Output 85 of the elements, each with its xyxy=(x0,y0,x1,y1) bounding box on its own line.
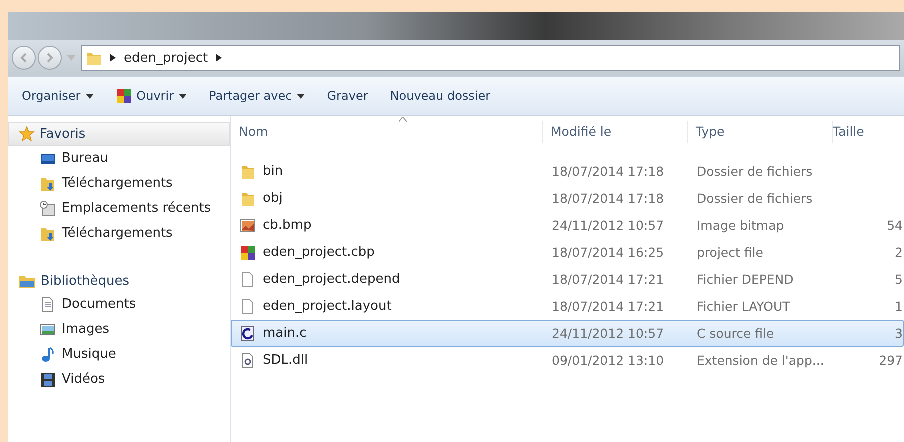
table-cell-text: project file xyxy=(696,245,764,260)
table-cell-text: 18/07/2014 17:18 xyxy=(551,191,666,206)
table-cell-text: 18/07/2014 16:25 xyxy=(551,245,666,260)
table-cell-text: Image bitmap xyxy=(696,218,786,233)
chevron-icon[interactable] xyxy=(110,54,116,62)
recent-places-icon xyxy=(40,200,56,216)
blank-file-icon xyxy=(240,272,256,288)
caret-icon xyxy=(86,94,94,98)
sidebar-item[interactable]: Emplacements récents xyxy=(8,196,230,221)
toolbar-button[interactable]: Ouvrir xyxy=(108,84,196,108)
back-button[interactable] xyxy=(12,46,36,70)
image-file-icon xyxy=(240,218,256,234)
sidebar-item[interactable]: Bureau xyxy=(8,146,230,171)
caret-icon xyxy=(179,94,188,98)
sidebar-group[interactable]: Bibliothèques xyxy=(8,270,230,292)
sidebar-item[interactable]: Images xyxy=(8,317,230,342)
table-cell-text: 18/07/2014 17:21 xyxy=(551,272,666,287)
table-cell-text: 54 xyxy=(886,218,903,233)
table-cell-text: Dossier de fichiers xyxy=(696,164,814,179)
blank-file-icon xyxy=(240,298,256,314)
file-name: cb.bmp xyxy=(263,218,312,233)
file-row[interactable]: eden_project.depend 18/07/2014 17:21 Fichier DEPEND 5 xyxy=(231,266,904,293)
table-cell-text: 1 xyxy=(894,299,903,314)
film-icon xyxy=(40,372,56,388)
library-folder-icon xyxy=(18,273,36,289)
table-cell-text: Fichier DEPEND xyxy=(696,272,795,287)
file-row[interactable]: SDL.dll 09/01/2012 13:10 Extension de l'app... 297 xyxy=(231,347,904,374)
toolbar-button[interactable]: Organiser xyxy=(14,85,102,107)
table-cell-text: 18/07/2014 17:21 xyxy=(551,299,666,314)
table-cell-text: 24/11/2012 10:57 xyxy=(551,218,666,233)
column-header[interactable]: Taille xyxy=(833,121,904,143)
table-cell-text: Dossier de fichiers xyxy=(696,191,814,206)
table-cell-text: 24/11/2012 10:57 xyxy=(551,326,666,341)
sidebar-item[interactable]: Documents xyxy=(8,292,230,317)
toolbar-button[interactable]: Nouveau dossier xyxy=(382,85,499,107)
column-header[interactable]: Type xyxy=(688,121,833,143)
table-cell-text: 5 xyxy=(894,272,903,287)
file-row[interactable]: bin 18/07/2014 17:18 Dossier de fichiers xyxy=(231,158,904,185)
forward-button[interactable] xyxy=(38,46,62,70)
table-cell-text: Fichier LAYOUT xyxy=(696,299,792,314)
sidebar-item[interactable]: Musique xyxy=(8,342,230,367)
caret-icon xyxy=(297,94,306,98)
column-header[interactable]: Modifié le xyxy=(543,121,688,143)
colored-squares-icon xyxy=(116,88,132,104)
table-cell-text: Extension de l'app... xyxy=(696,353,826,368)
file-name: main.c xyxy=(263,326,307,341)
c-file-icon xyxy=(240,326,256,342)
star-icon xyxy=(19,126,35,142)
folder-download-icon xyxy=(40,176,56,192)
table-cell-text: 297 xyxy=(878,353,903,368)
sidebar-item[interactable]: Téléchargements xyxy=(8,171,230,196)
table-cell-text: C source file xyxy=(696,326,776,341)
table-cell-text: 3 xyxy=(894,326,903,341)
file-name: bin xyxy=(263,164,284,179)
document-icon xyxy=(40,296,56,312)
file-name: obj xyxy=(263,191,283,206)
file-row[interactable]: main.c 24/11/2012 10:57 C source file 3 xyxy=(231,320,904,347)
file-row[interactable]: obj 18/07/2014 17:18 Dossier de fichiers xyxy=(231,185,904,212)
sidebar-item[interactable]: Vidéos xyxy=(8,367,230,392)
breadcrumb-item[interactable]: eden_project xyxy=(124,50,208,66)
music-note-icon xyxy=(40,346,56,362)
file-name: eden_project.depend xyxy=(263,272,400,287)
folder-download-icon xyxy=(40,226,56,242)
picture-icon xyxy=(40,322,56,338)
colored-squares-icon xyxy=(240,244,256,260)
sidebar-item[interactable]: Téléchargements xyxy=(8,221,230,246)
file-name: SDL.dll xyxy=(263,353,308,368)
folder-icon xyxy=(86,50,102,66)
file-name: eden_project.layout xyxy=(263,299,392,314)
file-row[interactable]: eden_project.cbp 18/07/2014 16:25 project file 2 xyxy=(231,239,904,266)
column-header[interactable]: Nom xyxy=(231,121,543,143)
file-row[interactable]: cb.bmp 24/11/2012 10:57 Image bitmap 54 xyxy=(231,212,904,239)
folder-icon xyxy=(240,164,256,180)
chevron-icon[interactable] xyxy=(216,54,222,62)
file-name: eden_project.cbp xyxy=(263,245,375,260)
folder-icon xyxy=(240,190,256,206)
toolbar-button[interactable]: Partager avec xyxy=(201,85,314,107)
sidebar-group[interactable]: Favoris xyxy=(8,122,230,146)
history-caret-icon[interactable] xyxy=(67,55,76,61)
table-cell-text: 18/07/2014 17:18 xyxy=(551,164,666,179)
table-cell-text: 09/01/2012 13:10 xyxy=(551,353,666,368)
address-bar[interactable]: eden_project xyxy=(81,45,900,71)
toolbar-button[interactable]: Graver xyxy=(319,85,376,107)
file-row[interactable]: eden_project.layout 18/07/2014 17:21 Fichier LAYOUT 1 xyxy=(231,293,904,320)
table-cell-text: 2 xyxy=(894,245,903,260)
